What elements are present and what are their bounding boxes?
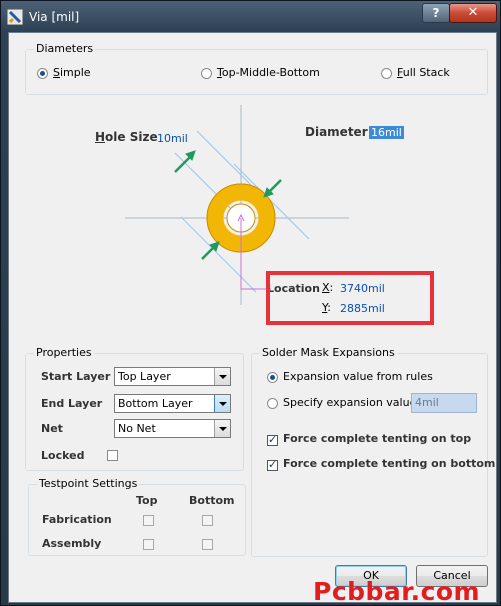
testpoint-group: Testpoint Settings Top Bottom Fabricatio… [28,477,246,556]
chevron-down-icon[interactable] [214,368,230,385]
solder-mask-group-label: Solder Mask Expansions [260,346,397,359]
diameter-value-field[interactable]: 16mil [369,126,404,139]
testpoint-group-label: Testpoint Settings [37,477,140,490]
tent-top-checkbox[interactable] [267,433,278,446]
expansion-from-rules-radio[interactable] [267,372,278,383]
hole-size-label: Hole Size [95,130,158,144]
diameter-label: Diameter [305,125,368,139]
hole-size-value[interactable]: 10mil [157,132,188,145]
end-layer-value: Bottom Layer [118,397,193,410]
close-button[interactable]: ✕ [449,3,497,23]
testpoint-col-bottom: Bottom [189,494,235,507]
assembly-bottom-checkbox[interactable] [202,539,213,550]
expansion-from-rules-label[interactable]: Expansion value from rules [283,370,433,383]
specify-expansion-radio[interactable] [267,398,278,409]
chevron-down-icon[interactable] [214,395,230,412]
properties-group-label: Properties [34,346,94,359]
locked-label: Locked [41,449,85,462]
tent-top-label[interactable]: Force complete tenting on top [283,432,471,445]
diameter-arrow-out-icon [201,241,220,260]
window-title: Via [mil] [29,10,80,24]
end-layer-select[interactable]: Bottom Layer [114,394,231,413]
testpoint-col-top: Top [136,494,158,507]
solder-mask-group: Solder Mask Expansions Expansion value f… [251,346,495,557]
chevron-down-icon[interactable] [214,420,230,437]
testpoint-row-assembly: Assembly [42,537,102,550]
locked-checkbox[interactable] [107,450,118,461]
title-bar[interactable]: Via [mil] ? ✕ [1,1,501,33]
tent-bottom-label[interactable]: Force complete tenting on bottom [283,457,495,470]
diameter-arrow-in-icon [263,179,282,198]
net-label: Net [41,422,63,435]
testpoint-row-fabrication: Fabrication [42,513,112,526]
specify-expansion-input[interactable]: 4mil [411,393,477,413]
hole-arrow-icon [174,150,196,173]
highlight-box [266,271,434,325]
start-layer-value: Top Layer [118,370,171,383]
app-icon [7,9,23,25]
end-layer-label: End Layer [41,397,103,410]
help-button[interactable]: ? [422,3,450,23]
start-layer-label: Start Layer [41,370,111,383]
properties-group: Properties Start Layer Top Layer End Lay… [25,346,244,471]
net-select[interactable]: No Net [114,419,231,438]
net-value: No Net [118,422,156,435]
fabrication-top-checkbox[interactable] [143,515,154,526]
fabrication-bottom-checkbox[interactable] [202,515,213,526]
tent-bottom-checkbox[interactable] [267,458,278,471]
via-dialog-window: Via [mil] ? ✕ Diameters Sfunction slice(… [0,0,501,606]
assembly-top-checkbox[interactable] [143,539,154,550]
watermark-text: Pcbbar.com [313,577,481,606]
start-layer-select[interactable]: Top Layer [114,367,231,386]
specify-expansion-label[interactable]: Specify expansion value [283,396,416,409]
